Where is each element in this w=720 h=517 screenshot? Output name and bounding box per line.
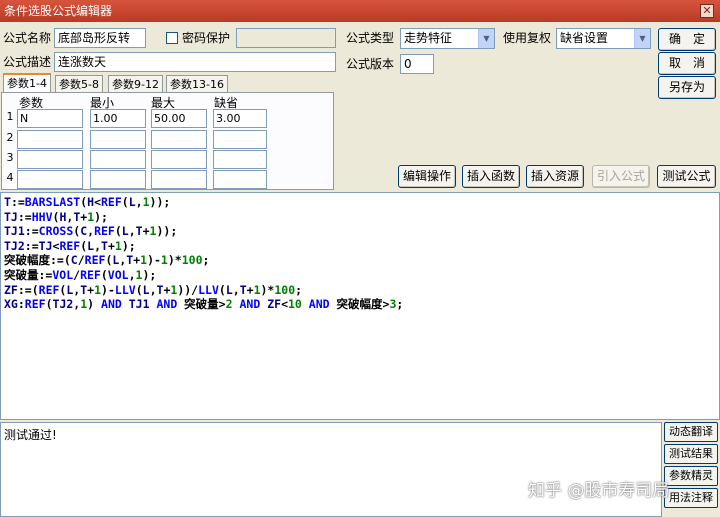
adjust-label: 使用复权: [503, 31, 552, 45]
formula-type-select[interactable]: 走势特征 ▼: [400, 28, 495, 49]
code-line: 突破量:=VOL/REF(VOL,1);: [4, 267, 157, 282]
param-min-cell[interactable]: [90, 170, 146, 189]
confirm-button[interactable]: 确 定: [658, 28, 716, 51]
param-wizard-button[interactable]: 参数精灵: [664, 466, 718, 486]
desc-label: 公式描述: [3, 55, 52, 69]
chevron-down-icon[interactable]: ▼: [478, 29, 494, 48]
param-min-cell[interactable]: [90, 130, 146, 149]
title-bar: 条件选股公式编辑器: [0, 0, 720, 22]
output-text: 测试通过!: [4, 428, 57, 442]
type-label: 公式类型: [346, 31, 395, 45]
insert-func-button[interactable]: 插入函数: [462, 165, 520, 188]
row-number: 2: [6, 131, 14, 144]
param-name-cell[interactable]: [17, 150, 83, 169]
password-label: 密码保护: [182, 31, 231, 45]
save-as-button[interactable]: 另存为: [658, 76, 716, 99]
version-input[interactable]: 0: [400, 54, 434, 74]
param-min-cell[interactable]: [90, 150, 146, 169]
param-name-cell[interactable]: N: [17, 109, 83, 128]
password-checkbox[interactable]: [166, 32, 178, 44]
chevron-down-icon[interactable]: ▼: [634, 29, 650, 48]
param-max-cell[interactable]: [151, 170, 207, 189]
code-line: XG:REF(TJ2,1) AND TJ1 AND 突破量>2 AND ZF<1…: [4, 297, 404, 312]
close-icon: ✕: [702, 4, 712, 17]
row-number: 4: [6, 171, 14, 184]
usage-notes-button[interactable]: 用法注释: [664, 488, 718, 508]
formula-desc-input[interactable]: 连涨数天: [54, 52, 336, 72]
insert-resource-button[interactable]: 插入资源: [526, 165, 584, 188]
adjust-value: 缺省设置: [560, 31, 609, 45]
dynamic-translate-button[interactable]: 动态翻译: [664, 422, 718, 442]
import-formula-button[interactable]: 引入公式: [592, 165, 650, 188]
adjust-select[interactable]: 缺省设置 ▼: [556, 28, 651, 49]
param-min-cell[interactable]: 1.00: [90, 109, 146, 128]
param-default-cell[interactable]: [213, 150, 267, 169]
row-number: 3: [6, 151, 14, 164]
param-default-cell[interactable]: [213, 130, 267, 149]
code-line: TJ:=HHV(H,T+1);: [4, 209, 108, 224]
password-input[interactable]: [236, 28, 336, 48]
param-default-cell[interactable]: [213, 170, 267, 189]
name-label: 公式名称: [3, 31, 52, 45]
param-max-cell[interactable]: [151, 150, 207, 169]
row-number: 1: [6, 110, 14, 123]
test-results-button[interactable]: 测试结果: [664, 444, 718, 464]
formula-name-input[interactable]: 底部岛形反转: [54, 28, 146, 48]
param-default-cell[interactable]: 3.00: [213, 109, 267, 128]
test-formula-button[interactable]: 测试公式: [657, 165, 716, 188]
code-line: T:=BARSLAST(H<REF(L,1));: [4, 195, 171, 209]
watermark: 知乎 @股市寿司局: [528, 481, 670, 501]
version-label: 公式版本: [346, 57, 395, 71]
code-line: TJ2:=TJ<REF(L,T+1);: [4, 238, 136, 253]
cancel-button[interactable]: 取 消: [658, 52, 716, 75]
close-button[interactable]: ✕: [700, 4, 714, 18]
param-max-cell[interactable]: [151, 130, 207, 149]
window-title: 条件选股公式编辑器: [4, 4, 113, 18]
params-panel: 参数 最小 最大 缺省 1 N 1.00 50.00 3.00 2 3 4: [1, 92, 334, 190]
param-name-cell[interactable]: [17, 130, 83, 149]
edit-ops-button[interactable]: 编辑操作: [398, 165, 456, 188]
param-max-cell[interactable]: 50.00: [151, 109, 207, 128]
code-line: 突破幅度:=(C/REF(L,T+1)-1)*100;: [4, 253, 210, 268]
code-line: TJ1:=CROSS(C,REF(L,T+1));: [4, 224, 178, 239]
formula-type-value: 走势特征: [404, 31, 453, 45]
param-name-cell[interactable]: [17, 170, 83, 189]
output-panel: 测试通过!: [0, 422, 662, 517]
tab-params-1-4[interactable]: 参数1-4: [3, 73, 51, 94]
code-editor[interactable]: T:=BARSLAST(H<REF(L,1)); TJ:=HHV(H,T+1); T…: [0, 192, 720, 420]
code-line: ZF:=(REF(L,T+1)-LLV(L,T+1))/LLV(L,T+1)*1…: [4, 282, 303, 297]
